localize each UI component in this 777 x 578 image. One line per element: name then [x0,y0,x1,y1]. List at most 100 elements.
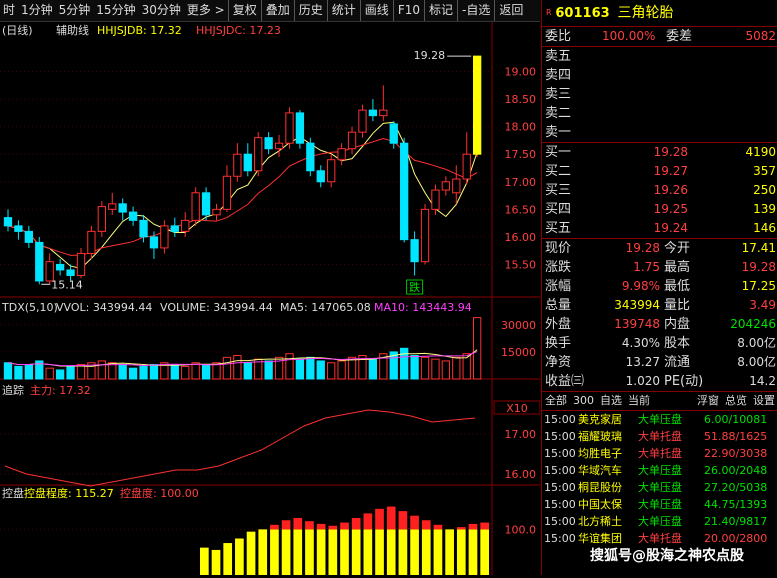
quote-label-2: 今开 [664,241,691,256]
period-tab-3[interactable]: 15分钟 [93,0,138,21]
alert-v: 26.00/2048 [704,464,768,477]
alert-tab-5[interactable]: 总览 [722,392,750,410]
alert-v: 27.20/5038 [704,481,768,494]
buy-volume: 250 [753,183,776,197]
alert-ty: 大单压盘 [638,413,682,426]
ctrl-bar-excess [421,520,431,530]
toolbar-button-1[interactable]: 叠加 [260,0,294,21]
period-tab-5[interactable]: 更多 > [184,0,228,21]
quote-panel: R 601163 三角轮胎 委比 100.00% 委差 5082 卖五 卖四 卖三卖… [541,0,777,575]
volume-bar [420,356,430,380]
toolbar-button-3[interactable]: 统计 [326,0,360,21]
period-tab-0[interactable]: 时 [0,0,18,21]
candle [97,206,106,232]
alert-row[interactable]: 15:00 桐昆股份 大单压盘 27.20/5038 [542,479,777,496]
buy-price: 19.26 [653,183,688,197]
alert-t: 15:00 [544,413,576,426]
volume-bar [347,356,357,380]
alert-tab-2[interactable]: 自选 [597,392,625,410]
candle [181,219,190,232]
alert-t: 15:00 [544,515,576,528]
ctrl-bar-excess [410,515,419,530]
quote-value-2: 8.00亿 [737,355,776,369]
ctrl-bar-base [433,529,443,575]
candle [128,211,138,221]
candle [14,225,23,232]
quote-row: 外盘 139748 内盘 204246 [542,315,777,334]
buy-row: 买三 19.26 250 [542,181,777,200]
alert-tab-6[interactable]: 设置 [750,392,777,410]
alert-tab-1[interactable]: 300 [570,392,597,410]
candle [66,269,75,276]
candle [254,137,263,172]
sell-row: 卖四 [542,66,777,85]
quote-row: 现价 19.28 今开 17.41 [542,239,777,258]
alert-tab-4[interactable]: 浮窗 [694,392,722,410]
volume-bar [24,364,33,380]
volume-bar [55,369,65,380]
sell-label: 卖二 [545,106,572,121]
ctrl-bar-base [456,529,466,575]
buy-label: 买二 [545,164,572,179]
candle [327,159,336,183]
alert-tab-0[interactable]: 全部 [542,392,570,410]
volume-bar [191,362,200,380]
alert-row[interactable]: 15:00 中国太保 大单压盘 44.75/1393 [542,496,777,513]
volume-bar [222,356,232,380]
ctrl-bar-base [421,529,431,575]
volume-bar [181,365,190,380]
ctrl-bar-base [281,529,291,575]
volume-bar [285,353,294,380]
candle [368,109,378,117]
toolbar-button-2[interactable]: 历史 [293,0,327,21]
weibi-value: 100.00% [602,29,656,43]
volume-bar [410,355,419,380]
ctrl-legend-b: 控盘程度: 115.27 [24,486,114,500]
ctrl-bar-base [223,543,233,575]
candle [441,181,451,191]
quote-row: 换手 4.30% 股本 8.00亿 [542,334,777,353]
ctrl-legend-c: 控盘度: 100.00 [120,486,199,500]
toolbar-button-8[interactable]: 返回 [494,0,527,21]
price-tick: 19.00 [505,66,537,79]
alert-row[interactable]: 15:00 美克家居 大单压盘 6.00/10081 [542,411,777,428]
quote-label-2: 量比 [664,298,691,313]
period-tab-1[interactable]: 1分钟 [18,0,56,21]
price-tick: 17.50 [505,148,537,161]
volume-bar [473,317,482,380]
alert-row[interactable]: 15:00 福耀玻璃 大单托盘 51.88/1625 [542,428,777,445]
ctrl-bar-excess [468,523,478,530]
quote-row: 净资 13.27 流通 8.00亿 [542,353,777,372]
toolbar-button-5[interactable]: F10 [392,0,424,21]
alert-row[interactable]: 15:00 北方稀土 大单压盘 21.40/9817 [542,513,777,530]
period-tab-2[interactable]: 5分钟 [56,0,94,21]
volume-bar [431,358,440,380]
candle [87,230,96,254]
toolbar-button-7[interactable]: -自选 [457,0,494,21]
sell-orders: 卖五 卖四 卖三 卖二 卖一 [542,46,777,142]
charts-svg[interactable]: 19.00 18.50 18.00 17.50 17.00 16.50 16.00 15.50… [0,22,541,575]
ctrl-bar-base [305,529,314,575]
candle [431,189,440,210]
volume-bar [400,347,409,380]
main-legend-l2: HHJSJDC: 17.23 [196,24,281,37]
alert-n: 桐昆股份 [578,481,622,494]
buy-label: 买五 [545,221,572,236]
price-tick: 15.50 [505,258,537,271]
quote-label-2: PE(动) [664,374,704,389]
vol-legend-d: MA5: 147065.08 [280,301,371,314]
alert-tab-3[interactable]: 当前 [625,392,653,410]
toolbar-button-6[interactable]: 标记 [423,0,457,21]
alert-row[interactable]: 15:00 华域汽车 大单压盘 26.00/2048 [542,462,777,479]
toolbar-button-4[interactable]: 画线 [359,0,393,21]
candle [379,109,388,117]
alert-row[interactable]: 15:00 均胜电子 大单托盘 22.90/3038 [542,445,777,462]
track-line [4,409,476,487]
ctrl-bar-base [235,538,244,575]
vol-unit: X10 [506,402,528,415]
toolbar-button-0[interactable]: 复权 [227,0,261,21]
sell-label: 卖一 [545,125,572,140]
alert-list: 15:00 美克家居 大单压盘 6.00/10081 15:00 福耀玻璃 大单托盘 51.8… [542,411,777,547]
period-tab-4[interactable]: 30分钟 [139,0,184,21]
quote-row: 涨幅 9.98% 最低 17.25 [542,277,777,296]
